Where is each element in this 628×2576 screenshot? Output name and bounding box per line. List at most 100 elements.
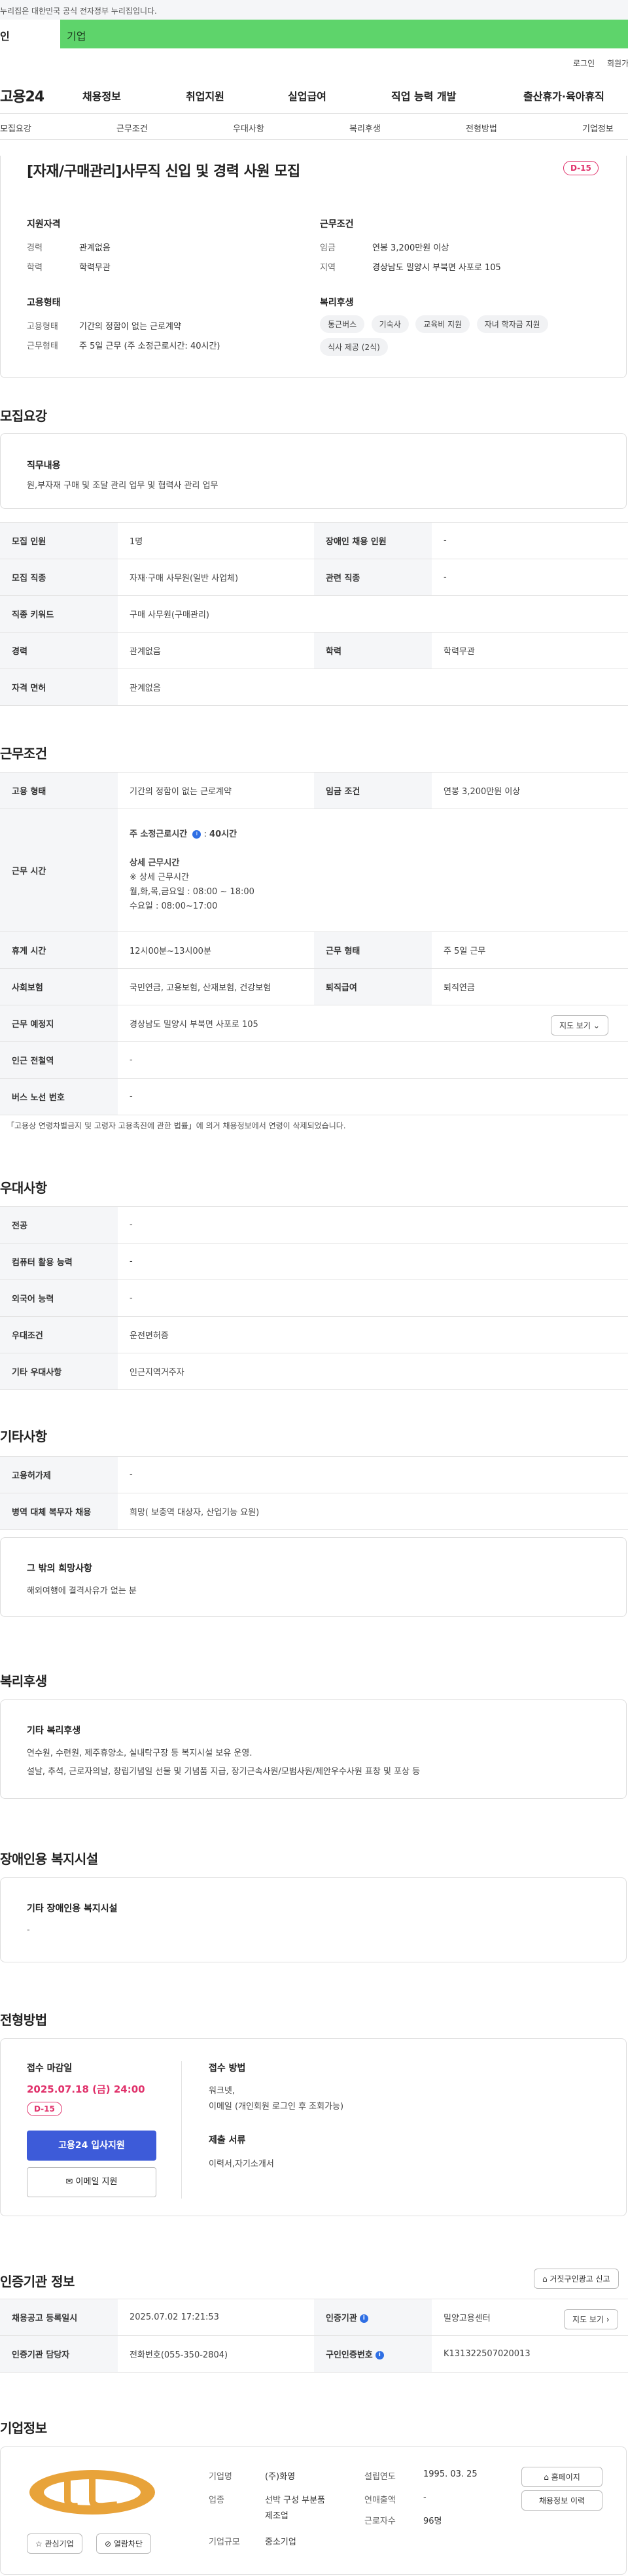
recruit-key: 경력 [0, 632, 118, 669]
tab-corporate[interactable]: 기업 [60, 20, 628, 48]
work-time-label: 근무 시간 [0, 809, 118, 932]
duty-heading: 직무내용 [27, 461, 61, 471]
recruit-value: 관계없음 [118, 632, 314, 669]
gnb-menu-employment-support[interactable]: 취업지원 [186, 88, 224, 103]
founded-value: 1995. 03. 25 [423, 2469, 478, 2479]
edu-label: 학력 [27, 263, 43, 273]
home-icon: ⌂ [544, 2473, 549, 2482]
edu-value: 학력무관 [79, 263, 111, 273]
extra-wish-value: 해외여행에 결격사유가 없는 분 [27, 1586, 137, 1596]
site-logo[interactable]: 고용24 [0, 85, 44, 106]
chevron-right-icon: › [606, 2315, 610, 2324]
recruit-key: 직종 키워드 [0, 595, 118, 633]
work-type-value: 주 5일 근무 [432, 931, 628, 969]
info-icon[interactable]: i [192, 829, 201, 839]
wage-label: 임금 [320, 243, 336, 253]
lnb-work[interactable]: 근무조건 [116, 122, 148, 134]
duty-value: 원,부자재 구매 및 조달 관리 업무 및 협력사 관리 업무 [27, 481, 218, 491]
table-row: 우대조건 운전면허증 [0, 1316, 628, 1353]
cert-key: 구인인증번호 i [314, 2335, 432, 2373]
cert-key: 인증기관 i [314, 2299, 432, 2336]
cond-heading: 근무조건 [320, 219, 354, 230]
method-line: 워크넷, [209, 2086, 236, 2096]
lnb-process[interactable]: 전형방법 [466, 122, 497, 134]
cert-key: 인증기관 담당자 [0, 2335, 118, 2373]
place-cell: 경상남도 밀양시 부북면 사포로 105 지도 보기 ⌄ [118, 1005, 628, 1042]
dday-badge: D-15 [563, 161, 599, 175]
lnb-recruit[interactable]: 모집요강 [0, 122, 31, 134]
wage-value: 연봉 3,200만원 이상 [372, 243, 449, 253]
gnb-menu-training[interactable]: 직업 능력 개발 [391, 88, 456, 103]
email-apply-button[interactable]: ✉ 이메일 지원 [27, 2167, 156, 2197]
qualify-heading: 지원자격 [27, 219, 61, 230]
lnb-prefer[interactable]: 우대사항 [233, 122, 264, 134]
tab-individual[interactable]: 인 [0, 20, 60, 48]
homepage-button[interactable]: ⌂ 홈페이지 [521, 2467, 602, 2487]
info-icon[interactable]: i [375, 2351, 384, 2359]
employees-label: 근로자수 [364, 2516, 396, 2526]
table-row: 병역 대체 복무자 채용 희망( 보충역 대상자, 산업기능 요원) [0, 1493, 628, 1530]
login-link[interactable]: 로그인 [573, 58, 595, 69]
disabled-value: - [27, 1925, 30, 1935]
gnb-menu-leave[interactable]: 출산휴가·육아휴직 [523, 88, 604, 103]
info-icon[interactable]: i [359, 2314, 368, 2323]
process-divider [181, 2061, 182, 2199]
table-row: 컴퓨터 활용 능력 - [0, 1243, 628, 1280]
recruit-key: 모집 인원 [0, 522, 118, 559]
industry-value: 선박 구성 부분품 [265, 2496, 325, 2505]
prefer-key: 전공 [0, 1206, 118, 1244]
weekly-hours-label: 주 소정근로시간 [130, 829, 188, 839]
process-heading: 전형방법 [0, 2012, 47, 2028]
block-company-button[interactable]: ⊘ 열람차단 [96, 2533, 152, 2554]
emp-type-value: 기간의 정함이 없는 근로계약 [118, 772, 314, 809]
gnb-menu-jobs[interactable]: 채용정보 [82, 88, 121, 103]
insurance-label: 사회보험 [0, 968, 118, 1005]
welfare-box: 기타 복리후생 연수원, 수련원, 제주휴양소, 실내탁구장 등 복지시설 보유… [0, 1699, 627, 1799]
etc-value: - [118, 1456, 628, 1493]
career-label: 경력 [27, 243, 43, 253]
favorite-company-button[interactable]: ☆ 관심기업 [27, 2533, 82, 2554]
break-label: 휴게 시간 [0, 931, 118, 969]
bus-value: - [118, 1078, 628, 1115]
prefer-value: 인근지역거주자 [118, 1353, 628, 1390]
lnb-company[interactable]: 기업정보 [582, 122, 614, 134]
prefer-value: - [118, 1243, 628, 1280]
lnb-welfare[interactable]: 복리후생 [349, 122, 381, 134]
apply-button[interactable]: 고용24 입사지원 [27, 2131, 156, 2161]
welfare-tag: 통근버스 [320, 315, 365, 333]
cert-key: 채용공고 등록일시 [0, 2299, 118, 2336]
work-heading: 근무조건 [0, 746, 47, 761]
map-button[interactable]: 지도 보기 ⌄ [551, 1015, 608, 1036]
join-link[interactable]: 회원가 [607, 58, 628, 69]
welfare-tag: 식사 제공 (2식) [320, 338, 388, 356]
docs-heading: 제출 서류 [209, 2135, 246, 2146]
cert-map-button[interactable]: 지도 보기 › [564, 2309, 618, 2329]
work-time-detail: 주 소정근로시간 i : 40시간 상세 근무시간 ※ 상세 근무시간 월,화,… [118, 809, 628, 932]
extra-wish-heading: 그 밖의 희망사항 [27, 1563, 92, 1574]
insurance-value: 국민연금, 고용보험, 산재보험, 건강보험 [118, 968, 314, 1005]
welfare-tag: 기숙사 [371, 315, 409, 333]
recruit-key: 관련 직종 [314, 559, 432, 596]
etc-value: 희망( 보충역 대상자, 산업기능 요원) [118, 1493, 628, 1530]
prefer-key: 우대조건 [0, 1316, 118, 1353]
detail-hours-line: 수요일 : 08:00~17:00 [130, 901, 218, 911]
job-history-button[interactable]: 채용정보 이력 [521, 2490, 602, 2511]
career-value: 관계없음 [79, 243, 111, 253]
work-table: 고용 형태 기간의 정함이 없는 근로계약 임금 조건 연봉 3,200만원 이… [0, 772, 628, 1115]
cert-table: 채용공고 등록일시 2025.07.02 17:21:53 인증기관 i 밀양고용… [0, 2299, 628, 2373]
detail-hours-line: ※ 상세 근무시간 [130, 872, 189, 882]
report-fake-ad-button[interactable]: ⌂ 거짓구인광고 신고 [534, 2269, 619, 2289]
detail-hours-label: 상세 근무시간 [130, 858, 180, 868]
table-row: 근무 예정지 경상남도 밀양시 부북면 사포로 105 지도 보기 ⌄ [0, 1005, 628, 1042]
break-value: 12시00분~13시00분 [118, 931, 314, 969]
table-row: 직종 키워드 구매 사무원(구매관리) [0, 595, 628, 633]
gnb-menu-unemployment[interactable]: 실업급여 [288, 88, 326, 103]
star-icon: ☆ [35, 2539, 43, 2549]
employ-heading: 고용형태 [27, 298, 61, 308]
region-label: 지역 [320, 263, 336, 273]
employees-value: 96명 [423, 2516, 442, 2526]
table-row: 사회보험 국민연금, 고용보험, 산재보험, 건강보험 퇴직급여 퇴직연금 [0, 968, 628, 1005]
cert-value: K131322507020013 [432, 2335, 628, 2373]
prefer-value: 운전면허증 [118, 1316, 628, 1353]
company-box: ☆ 관심기업 ⊘ 열람차단 기업명 (주)화영 업종 선박 구성 부분품 제조업… [0, 2446, 627, 2575]
